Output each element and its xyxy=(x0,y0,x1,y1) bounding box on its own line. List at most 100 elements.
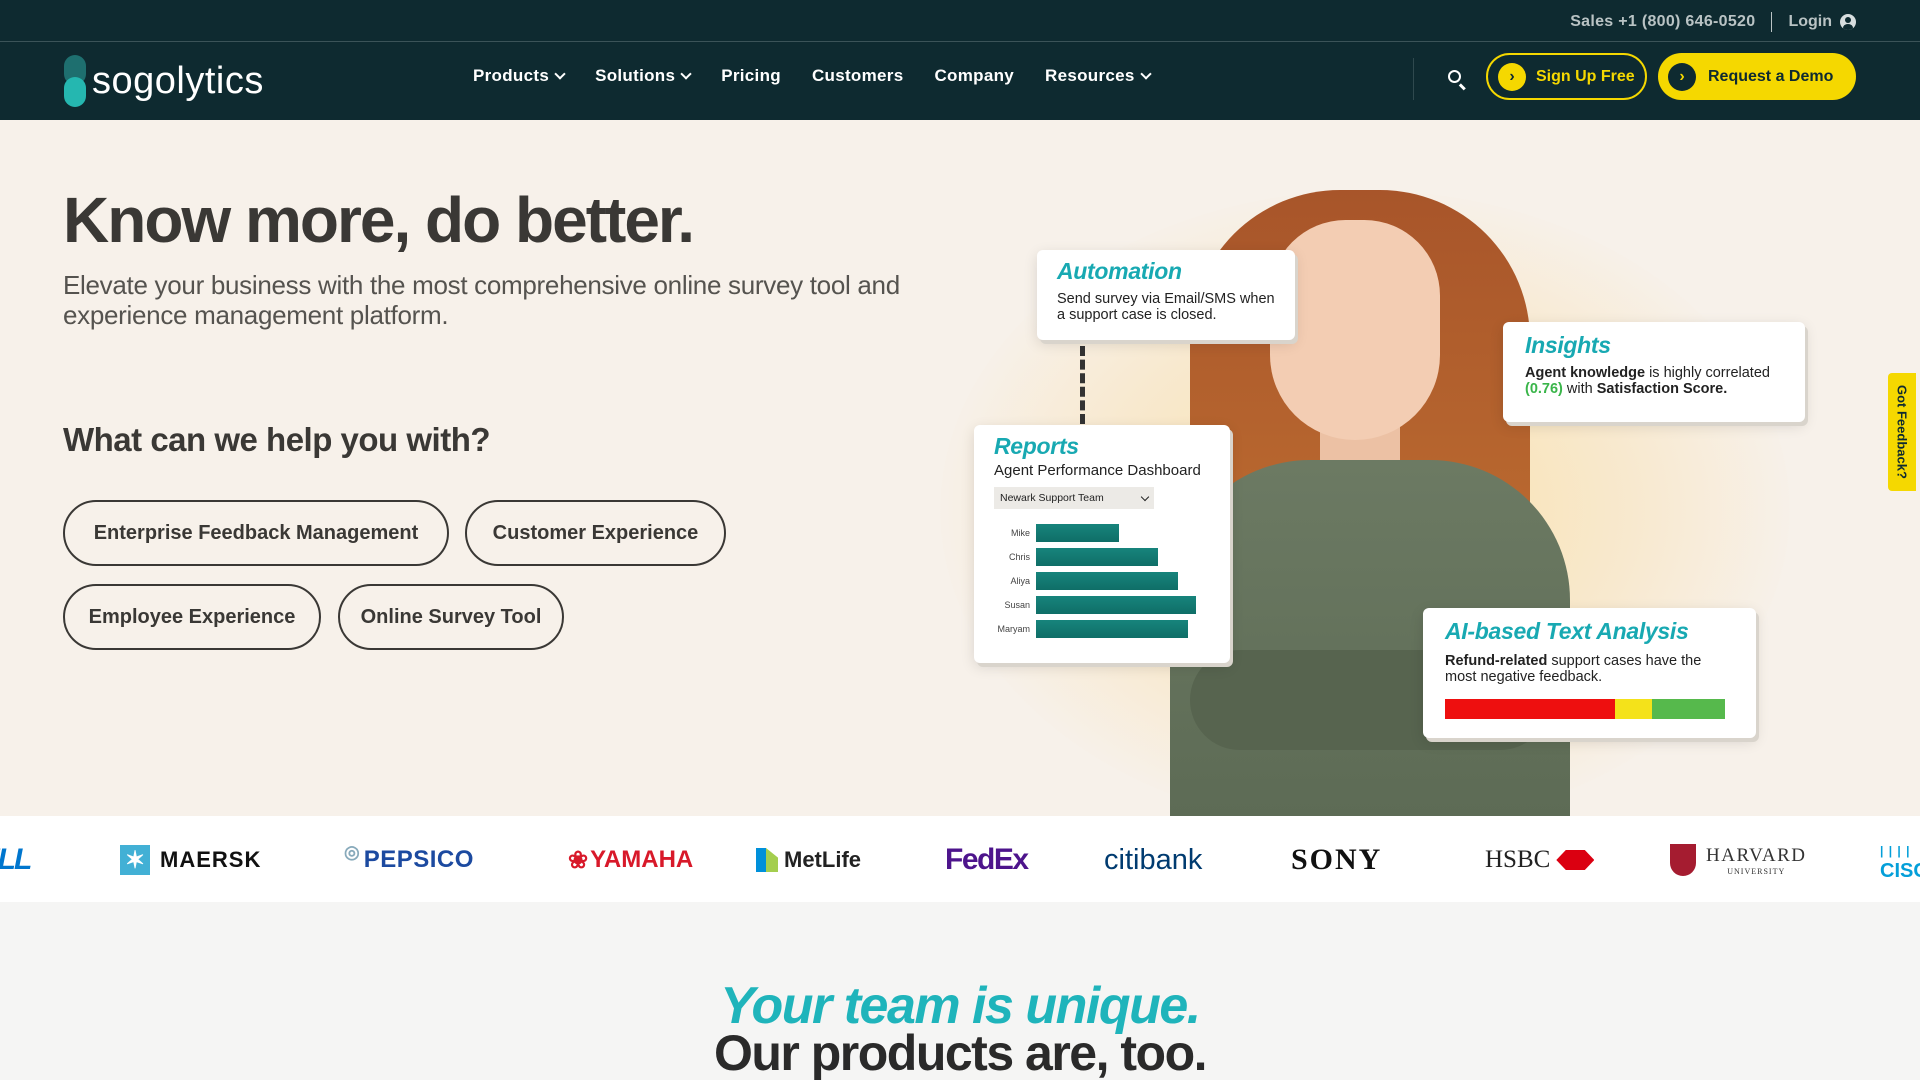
top-bar: Sales +1 (800) 646-0520 Login xyxy=(0,0,1920,42)
sales-phone-link[interactable]: Sales +1 (800) 646-0520 xyxy=(1570,13,1755,31)
hero-visual: Automation Send survey via Email/SMS whe… xyxy=(900,150,1860,830)
sentiment-positive xyxy=(1652,699,1725,719)
section-heading-line2: Our products are, too. xyxy=(713,1025,1208,1080)
maersk-star-icon: ✶ xyxy=(120,845,150,875)
reports-card: Reports Agent Performance Dashboard Newa… xyxy=(974,425,1230,663)
team-select[interactable]: Newark Support Team xyxy=(994,487,1154,509)
customer-logos-strip: DELL ✶ MAERSK ◎ PEPSICO ❀ YAMAHA MetLife… xyxy=(0,816,1920,902)
sign-up-label: Sign Up Free xyxy=(1536,67,1635,85)
bar-fill xyxy=(1036,524,1119,542)
feedback-tab-label: Got Feedback? xyxy=(1894,385,1910,479)
yamaha-tuning-fork-icon: ❀ xyxy=(568,846,589,874)
arrow-right-icon: › xyxy=(1498,62,1526,91)
ai-text: Refund-related support cases have the mo… xyxy=(1445,653,1702,685)
request-demo-button[interactable]: › Request a Demo xyxy=(1658,53,1856,100)
hero-subtitle: Elevate your business with the most comp… xyxy=(63,270,900,330)
cisco-bars-icon: | | | | xyxy=(1880,844,1911,858)
hsbc-logo: HSBC xyxy=(1485,844,1595,876)
top-bar-divider xyxy=(1771,12,1773,32)
products-intro-section: Your team is unique. Our products are, t… xyxy=(0,902,1920,1080)
nav-resources-label: Resources xyxy=(1045,66,1135,85)
metlife-m-icon xyxy=(756,848,778,872)
nav-resources[interactable]: Resources xyxy=(1045,66,1152,86)
bar-label: Maryam xyxy=(997,624,1030,634)
dell-logo: DELL xyxy=(0,843,32,876)
ai-title: AI-based Text Analysis xyxy=(1445,618,1689,644)
nav-company[interactable]: Company xyxy=(934,66,1014,86)
sentiment-negative xyxy=(1445,699,1615,719)
brand-name: sogolytics xyxy=(92,59,264,102)
bar-track xyxy=(1036,524,1206,542)
harvard-logo: HARVARD UNIVERSITY xyxy=(1670,844,1806,876)
nav-solutions-label: Solutions xyxy=(595,66,676,85)
metlife-logo: MetLife xyxy=(756,844,861,876)
request-demo-label: Request a Demo xyxy=(1708,67,1834,85)
bar-label: Chris xyxy=(1008,552,1030,562)
fedex-logo: FedEx xyxy=(945,843,1029,876)
login-link[interactable]: Login xyxy=(1788,13,1856,31)
bar-label: Mike xyxy=(1010,528,1030,538)
pepsico-logo: ◎ PEPSICO xyxy=(344,841,474,874)
ai-text-analysis-card: AI-based Text Analysis Refund-related su… xyxy=(1423,608,1756,738)
pepsico-globe-icon: ◎ xyxy=(344,841,360,862)
reports-title: Reports xyxy=(994,433,1079,459)
insights-title: Insights xyxy=(1525,332,1611,358)
user-icon xyxy=(1840,14,1856,30)
logo-mark-icon xyxy=(64,55,86,107)
sign-up-free-button[interactable]: › Sign Up Free xyxy=(1486,53,1647,100)
nav-customers[interactable]: Customers xyxy=(812,66,904,86)
option-online-survey-tool[interactable]: Online Survey Tool xyxy=(338,584,564,650)
cisco-logo: | | | | CISCO xyxy=(1880,844,1920,882)
hero-title: Know more, do better. xyxy=(63,184,695,256)
nav-divider xyxy=(1413,58,1414,100)
option-employee-experience[interactable]: Employee Experience xyxy=(63,584,321,650)
bar-fill xyxy=(1036,620,1188,638)
bar-row-aliya: Aliya xyxy=(994,569,1210,593)
bar-row-mike: Mike xyxy=(994,521,1210,545)
bar-label: Aliya xyxy=(1010,576,1030,586)
search-icon xyxy=(1448,70,1461,83)
reports-subtitle: Agent Performance Dashboard xyxy=(994,462,1201,479)
bar-label: Susan xyxy=(1004,600,1030,610)
hsbc-hexagon-icon xyxy=(1556,850,1595,870)
site-header: Sales +1 (800) 646-0520 Login sogolytics… xyxy=(0,0,1920,120)
chevron-down-icon xyxy=(1140,68,1152,80)
main-nav: Products Solutions Pricing Customers Com… xyxy=(473,66,1152,86)
automation-title: Automation xyxy=(1057,258,1182,284)
sony-logo: SONY xyxy=(1291,843,1383,876)
sentiment-neutral xyxy=(1615,699,1652,719)
arrow-right-icon: › xyxy=(1668,62,1696,91)
option-customer-experience[interactable]: Customer Experience xyxy=(465,500,726,566)
team-select-value: Newark Support Team xyxy=(1000,492,1104,504)
bar-row-maryam: Maryam xyxy=(994,617,1210,641)
chevron-down-icon xyxy=(680,68,692,80)
help-heading: What can we help you with? xyxy=(63,421,491,458)
automation-text: Send survey via Email/SMS when a support… xyxy=(1057,291,1275,323)
yamaha-logo: ❀ YAMAHA xyxy=(568,846,694,874)
automation-card: Automation Send survey via Email/SMS whe… xyxy=(1037,250,1295,340)
maersk-logo: ✶ MAERSK xyxy=(120,844,261,876)
harvard-shield-icon xyxy=(1670,844,1696,876)
top-bar-links: Sales +1 (800) 646-0520 Login xyxy=(1570,12,1856,32)
nav-solutions[interactable]: Solutions xyxy=(595,66,692,86)
bar-fill xyxy=(1036,548,1158,566)
connector-line xyxy=(1080,346,1085,424)
agent-bar-chart: Mike Chris Aliya Susan Maryam xyxy=(994,521,1210,641)
nav-products-label: Products xyxy=(473,66,550,85)
chevron-down-icon xyxy=(1140,492,1150,501)
bar-track xyxy=(1036,572,1206,590)
bar-track xyxy=(1036,620,1206,638)
insights-card: Insights Agent knowledge is highly corre… xyxy=(1503,322,1805,422)
bar-track xyxy=(1036,548,1206,566)
bar-row-susan: Susan xyxy=(994,593,1210,617)
nav-products[interactable]: Products xyxy=(473,66,566,86)
option-enterprise-feedback-management[interactable]: Enterprise Feedback Management xyxy=(63,500,449,566)
search-button[interactable] xyxy=(1446,68,1468,91)
brand-logo[interactable]: sogolytics xyxy=(64,55,264,107)
bar-track xyxy=(1036,596,1206,614)
nav-pricing[interactable]: Pricing xyxy=(721,66,781,86)
bar-row-chris: Chris xyxy=(994,545,1210,569)
chevron-down-icon xyxy=(554,68,566,80)
feedback-tab[interactable]: Got Feedback? xyxy=(1888,373,1916,491)
sentiment-bar xyxy=(1445,699,1725,719)
